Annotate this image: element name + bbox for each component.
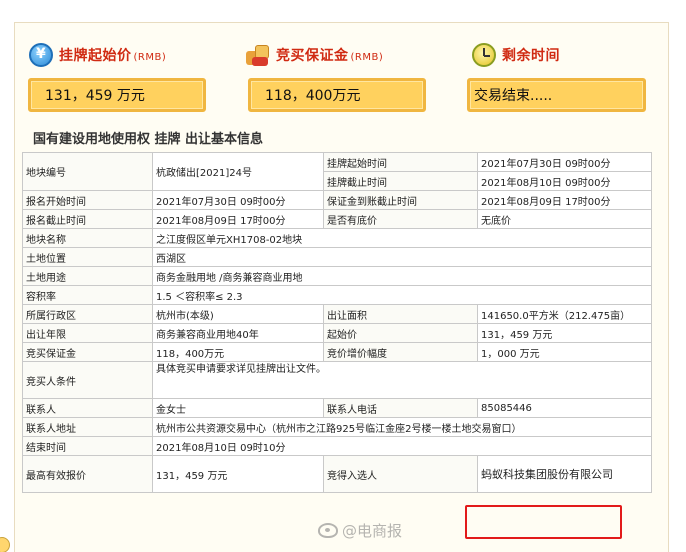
table-row: 报名开始时间 2021年07月30日 09时00分 保证金到账截止时间 2021… [22,190,652,210]
money-bags-icon [246,43,270,67]
coin-icon [29,43,53,67]
highest-bid-value: 131，459 万元 [152,455,324,493]
contact-address-value: 杭州市公共资源交易中心（杭州市之江路925号临江金座2号楼一楼土地交易窗口） [152,417,652,437]
term-label: 出让年限 [22,323,153,343]
table-row: 竞买保证金 118，400万元 竞价增价幅度 1，000 万元 [22,342,652,362]
bid-increment-value: 1，000 万元 [477,342,652,362]
plot-ratio-label: 容积率 [22,285,153,305]
table-row: 土地用途 商务金融用地 /商务兼容商业用地 [22,266,652,286]
remaining-time-header: 剩余时间 [472,40,560,70]
listing-start-label: 挂牌起始时间 [323,152,478,172]
parcel-name-label: 地块名称 [22,228,153,248]
remaining-time-label: 剩余时间 [502,48,560,64]
watermark-text: @电商报 [342,522,403,540]
land-use-value: 商务金融用地 /商务兼容商业用地 [152,266,652,286]
contact-phone-label: 联系人电话 [323,398,478,418]
signup-end-value: 2021年08月09日 17时00分 [152,209,324,229]
contact-value: 金女士 [152,398,324,418]
bidder-conditions-label: 竞买人条件 [22,361,153,399]
land-info-table: 地块编号 杭政储出[2021]24号 挂牌起始时间 2021年07月30日 09… [22,152,652,493]
deposit-deadline-value: 2021年08月09日 17时00分 [477,190,652,210]
table-row: 结束时间 2021年08月10日 09时10分 [22,436,652,456]
signup-start-value: 2021年07月30日 09时00分 [152,190,324,210]
contact-label: 联系人 [22,398,153,418]
reserve-price-value: 无底价 [477,209,652,229]
table-row: 竞买人条件 具体竞买申请要求详见挂牌出让文件。 [22,361,652,399]
listing-end-value: 2021年08月10日 09时00分 [477,171,652,191]
area-label: 出让面积 [323,304,478,324]
district-value: 杭州市(本级) [152,304,324,324]
contact-phone-value: 85085446 [477,398,652,418]
signup-end-label: 报名截止时间 [22,209,153,229]
plot-ratio-value: 1.5 ＜容积率≤ 2.3 [152,285,652,305]
table-row: 联系人地址 杭州市公共资源交易中心（杭州市之江路925号临江金座2号楼一楼土地交… [22,417,652,437]
deposit-row-label: 竞买保证金 [22,342,153,362]
winner-label: 竞得入选人 [323,455,478,493]
parcel-name-value: 之江度假区单元XH1708-02地块 [152,228,652,248]
bidder-conditions-value: 具体竞买申请要求详见挂牌出让文件。 [152,361,652,399]
district-label: 所属行政区 [22,304,153,324]
reserve-price-label: 是否有底价 [323,209,478,229]
deposit-header: 竞买保证金 (RMB) [246,40,383,70]
parcel-id-label: 地块编号 [22,152,153,191]
section-title: 国有建设用地使用权 挂牌 出让基本信息 [33,132,264,147]
table-row: 所属行政区 杭州市(本级) 出让面积 141650.0平方米（212.475亩） [22,304,652,324]
start-price-row-label: 起始价 [323,323,478,343]
table-row: 联系人 金女士 联系人电话 85085446 [22,398,652,418]
table-row: 出让年限 商务兼容商业用地40年 起始价 131，459 万元 [22,323,652,343]
table-row: 地块编号 杭政储出[2021]24号 挂牌起始时间 2021年07月30日 09… [22,152,652,191]
deposit-label: 竞买保证金 (RMB) [276,48,384,64]
end-time-label: 结束时间 [22,436,153,456]
highest-bid-label: 最高有效报价 [22,455,153,493]
deposit-value: 118，400万元 [248,78,426,112]
land-location-value: 西湖区 [152,247,652,267]
watermark: @电商报 [318,520,402,541]
table-row: 最高有效报价 131，459 万元 竞得入选人 蚂蚁科技集团股份有限公司 [22,455,652,493]
deposit-deadline-label: 保证金到账截止时间 [323,190,478,210]
end-time-value: 2021年08月10日 09时10分 [152,436,652,456]
deposit-row-value: 118，400万元 [152,342,324,362]
contact-address-label: 联系人地址 [22,417,153,437]
area-value: 141650.0平方米（212.475亩） [477,304,652,324]
listing-end-label: 挂牌截止时间 [323,171,478,191]
clock-icon [472,43,496,67]
term-value: 商务兼容商业用地40年 [152,323,324,343]
table-row: 报名截止时间 2021年08月09日 17时00分 是否有底价 无底价 [22,209,652,229]
bid-increment-label: 竞价增价幅度 [323,342,478,362]
remaining-time-value: 交易结束..... [467,78,646,112]
land-use-label: 土地用途 [22,266,153,286]
table-row: 地块名称 之江度假区单元XH1708-02地块 [22,228,652,248]
land-location-label: 土地位置 [22,247,153,267]
listing-start-value: 2021年07月30日 09时00分 [477,152,652,172]
table-row: 容积率 1.5 ＜容积率≤ 2.3 [22,285,652,305]
start-price-value: 131，459 万元 [28,78,206,112]
start-price-header: 挂牌起始价(RMB) [29,40,166,70]
winner-value: 蚂蚁科技集团股份有限公司 [477,455,652,493]
weibo-logo-icon [318,523,338,538]
signup-start-label: 报名开始时间 [22,190,153,210]
start-price-label: 挂牌起始价 (RMB) [59,48,167,64]
scroll-indicator [0,537,10,552]
start-price-row-value: 131，459 万元 [477,323,652,343]
table-row: 土地位置 西湖区 [22,247,652,267]
parcel-id-value: 杭政储出[2021]24号 [152,152,324,191]
